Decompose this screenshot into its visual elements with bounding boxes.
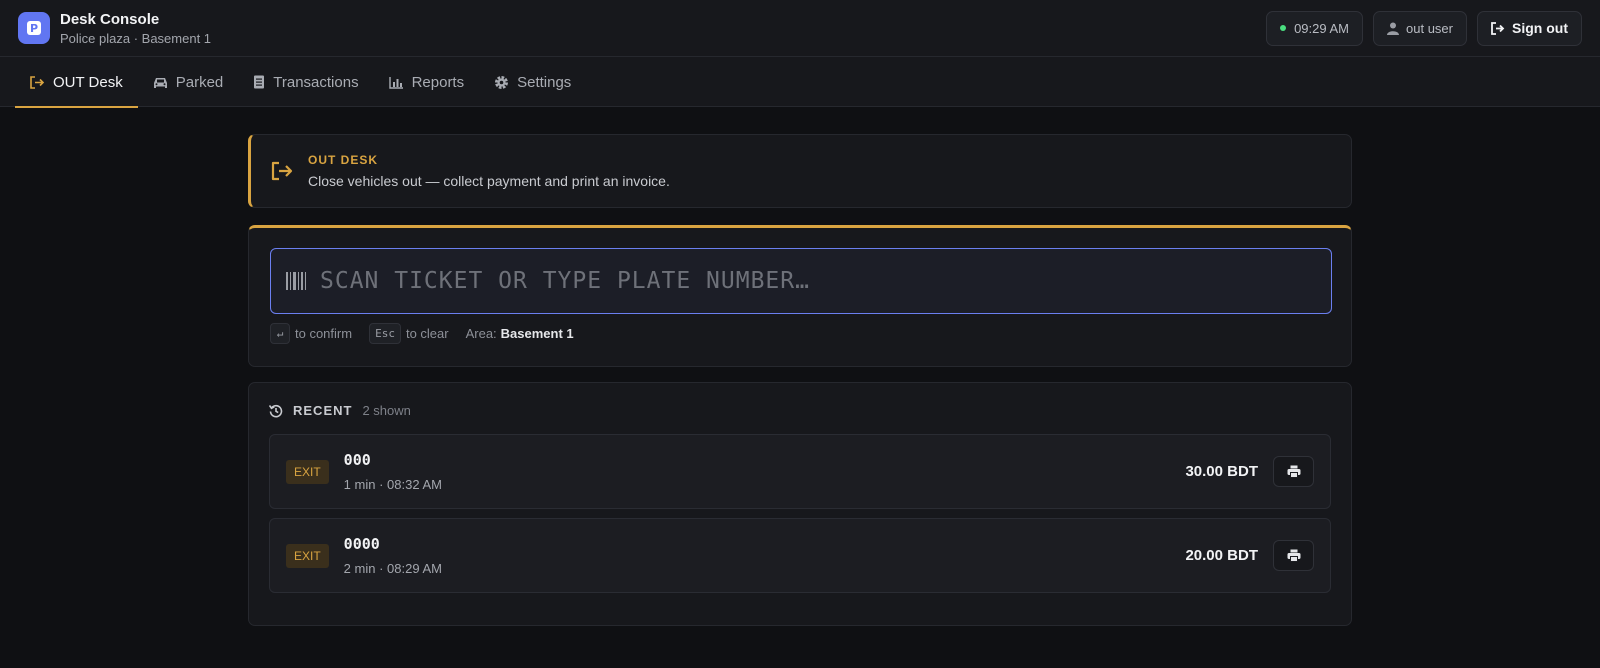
scan-panel: ↵ to confirm Esc to clear Area: Basement…: [248, 225, 1352, 367]
brand: Desk Console Police plaza · Basement 1: [60, 11, 211, 46]
amount: 20.00 BDT: [1185, 547, 1258, 564]
esc-hint-text: to clear: [405, 326, 449, 341]
receipt-icon: [254, 75, 265, 89]
scan-ticket-input[interactable]: [320, 268, 1331, 294]
sign-out-label: Sign out: [1512, 20, 1568, 36]
printer-icon: [1287, 465, 1300, 478]
location-subtitle: Police plaza · Basement 1: [60, 30, 212, 46]
enter-hint-text: to confirm: [295, 326, 353, 341]
printer-icon: [1287, 549, 1300, 562]
scan-input-box[interactable]: [270, 248, 1332, 314]
tab-settings[interactable]: Settings: [479, 57, 586, 107]
user-chip[interactable]: out user: [1373, 10, 1467, 46]
tab-label: Parked: [175, 73, 224, 91]
duration-time: 2 min · 08:29 AM: [343, 561, 442, 576]
tab-reports[interactable]: Reports: [374, 57, 480, 107]
recent-count: 2 shown: [362, 403, 411, 418]
area-value: Basement 1: [500, 326, 574, 341]
print-invoice-button[interactable]: [1273, 456, 1314, 487]
clock-chip: 09:29 AM: [1266, 10, 1364, 46]
keyboard-hints: ↵ to confirm Esc to clear Area: Basement…: [270, 323, 1330, 344]
area-label: Area:: [465, 326, 497, 341]
tab-out-desk[interactable]: OUT Desk: [15, 57, 138, 108]
bar-chart-icon: [388, 76, 403, 89]
user-icon: [1387, 22, 1400, 35]
esc-key-hint: Esc: [369, 323, 401, 344]
online-status-dot: [1280, 25, 1287, 31]
app-header: P Desk Console Police plaza · Basement 1…: [0, 0, 1600, 57]
recent-title: RECENT: [293, 403, 353, 418]
recent-list-item[interactable]: EXIT 000 1 min · 08:32 AM 30.00 BDT: [269, 434, 1331, 509]
exit-badge: EXIT: [286, 459, 329, 484]
car-icon: [153, 77, 167, 88]
amount: 30.00 BDT: [1185, 463, 1258, 480]
main-nav-tabs: OUT Desk Parked Transactions Reports Set…: [0, 57, 1600, 108]
clock-time: 09:29 AM: [1294, 20, 1350, 36]
plate-number: 0000: [343, 535, 380, 553]
banner-description: Close vehicles out — collect payment and…: [308, 173, 670, 189]
gear-icon: [495, 75, 509, 89]
tab-label: Reports: [411, 73, 465, 91]
app-logo: P: [18, 12, 50, 44]
tab-parked[interactable]: Parked: [138, 57, 239, 107]
sign-out-icon: [1491, 21, 1505, 35]
out-desk-banner: OUT DESK Close vehicles out — collect pa…: [248, 134, 1352, 208]
recent-list-item[interactable]: EXIT 0000 2 min · 08:29 AM 20.00 BDT: [269, 518, 1331, 593]
exit-badge: EXIT: [286, 543, 329, 568]
tab-label: Settings: [517, 73, 572, 91]
sign-out-icon: [271, 161, 293, 181]
history-icon: [269, 404, 283, 417]
user-name: out user: [1406, 20, 1453, 36]
print-invoice-button[interactable]: [1273, 540, 1314, 571]
sign-out-button[interactable]: Sign out: [1477, 10, 1582, 46]
tab-transactions[interactable]: Transactions: [238, 57, 373, 107]
plate-number: 000: [343, 451, 371, 469]
enter-key-hint: ↵: [270, 323, 290, 344]
duration-time: 1 min · 08:32 AM: [343, 477, 442, 492]
app-title: Desk Console: [60, 10, 160, 28]
tab-label: OUT Desk: [53, 73, 123, 91]
recent-panel: RECENT 2 shown EXIT 000 1 min · 08:32 AM…: [248, 382, 1352, 626]
barcode-icon: [286, 272, 306, 290]
sign-out-icon: [30, 75, 45, 89]
banner-label: OUT DESK: [308, 153, 379, 167]
tab-label: Transactions: [273, 73, 359, 91]
